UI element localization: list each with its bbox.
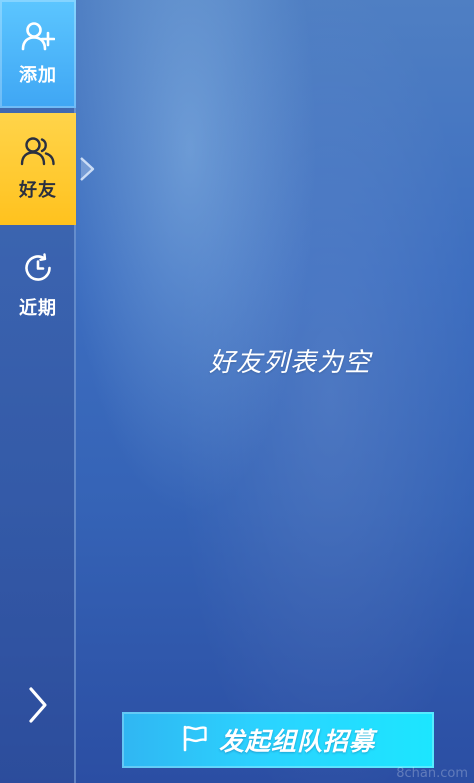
sidebar: 添加 好友 近期	[0, 0, 76, 783]
friends-screen: 添加 好友 近期 好友列表为空 发起组队招募 8chan.com	[0, 0, 474, 783]
tab-add-label: 添加	[19, 65, 57, 86]
start-team-recruit-button[interactable]: 发起组队招募	[122, 712, 434, 768]
chevron-right-icon	[26, 686, 50, 728]
tab-friends[interactable]: 好友	[0, 113, 76, 225]
selected-tab-pointer-icon	[80, 157, 95, 181]
friends-icon	[20, 136, 56, 170]
tab-recent[interactable]: 近期	[0, 232, 76, 340]
watermark: 8chan.com	[396, 766, 468, 781]
tab-add[interactable]: 添加	[0, 0, 76, 108]
expand-sidebar-button[interactable]	[18, 684, 58, 730]
recent-clock-icon	[22, 252, 54, 288]
recruit-button-label: 发起组队招募	[218, 727, 375, 756]
add-user-icon	[21, 21, 56, 55]
flag-icon	[181, 724, 209, 756]
tab-recent-label: 近期	[19, 298, 57, 319]
empty-friends-message: 好友列表为空	[208, 348, 371, 378]
tab-friends-label: 好友	[19, 180, 57, 201]
